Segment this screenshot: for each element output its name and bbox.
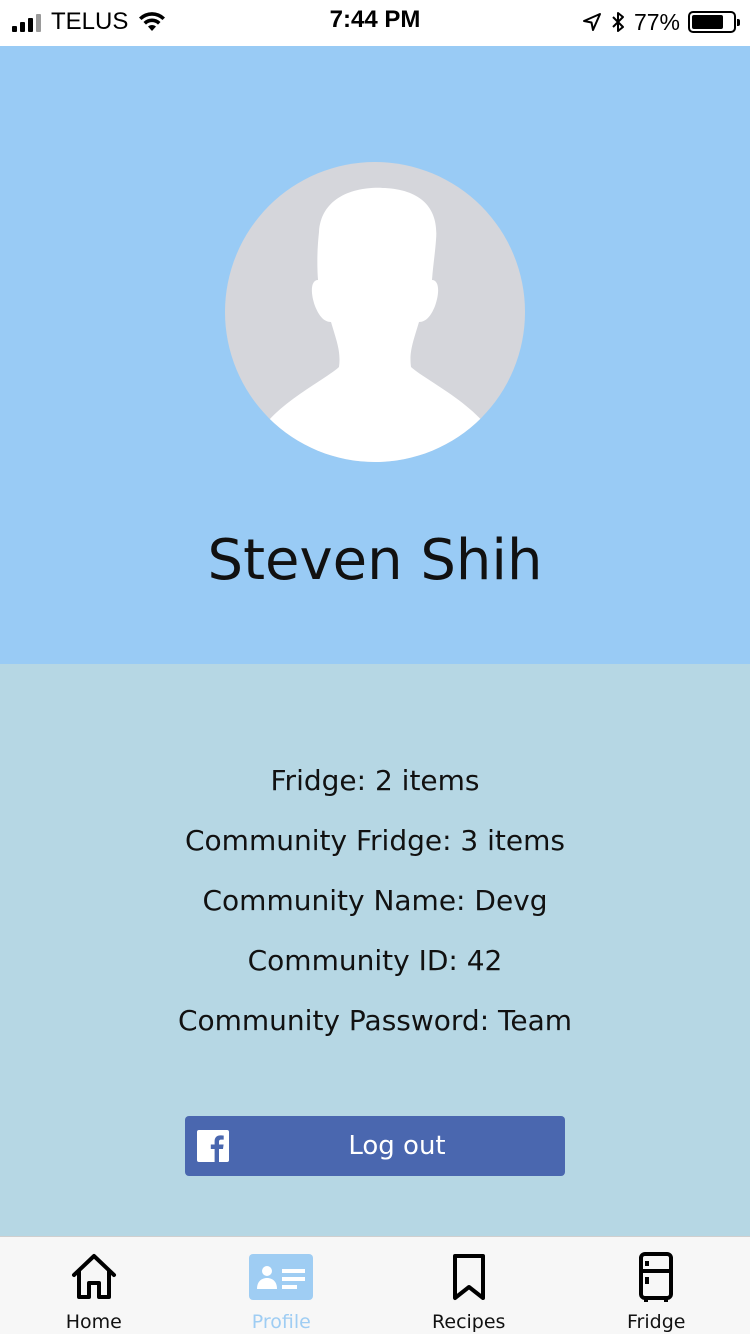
tab-recipes[interactable]: Recipes [375, 1237, 563, 1334]
fridge-icon [639, 1252, 674, 1302]
profile-card-icon [249, 1254, 314, 1300]
logout-label: Log out [348, 1131, 446, 1161]
home-icon [71, 1254, 116, 1299]
location-arrow-icon [582, 13, 601, 31]
tab-fridge-label: Fridge [627, 1311, 686, 1333]
facebook-icon [197, 1130, 229, 1162]
status-right: 77% [582, 8, 740, 36]
battery-icon [688, 11, 740, 33]
status-bar: TELUS 7:44 PM 77% [0, 0, 750, 46]
community-name-label: Community Name: Devg [202, 884, 548, 917]
fridge-count-label: Fridge: 2 items [270, 764, 480, 797]
tab-bar: Home Profile Recipes Fridge [0, 1236, 750, 1334]
bluetooth-icon [612, 12, 624, 32]
tab-profile-label: Profile [251, 1311, 311, 1333]
tab-fridge[interactable]: Fridge [563, 1237, 750, 1334]
tab-home[interactable]: Home [0, 1237, 188, 1334]
default-avatar-icon[interactable] [225, 162, 525, 462]
battery-fill [692, 15, 723, 29]
community-fridge-count-label: Community Fridge: 3 items [185, 824, 565, 857]
community-password-label: Community Password: Team [177, 1004, 573, 1037]
profile-name: Steven Shih [207, 528, 543, 593]
facebook-logout-button[interactable]: Log out [185, 1116, 565, 1176]
tab-recipes-label: Recipes [432, 1311, 506, 1333]
tab-home-label: Home [65, 1311, 122, 1333]
tab-profile[interactable]: Profile [188, 1237, 376, 1334]
community-id-label: Community ID: 42 [247, 944, 503, 977]
battery-percent: 77% [633, 8, 680, 35]
bookmark-icon [452, 1254, 485, 1300]
profile-header: Steven Shih [0, 46, 750, 664]
